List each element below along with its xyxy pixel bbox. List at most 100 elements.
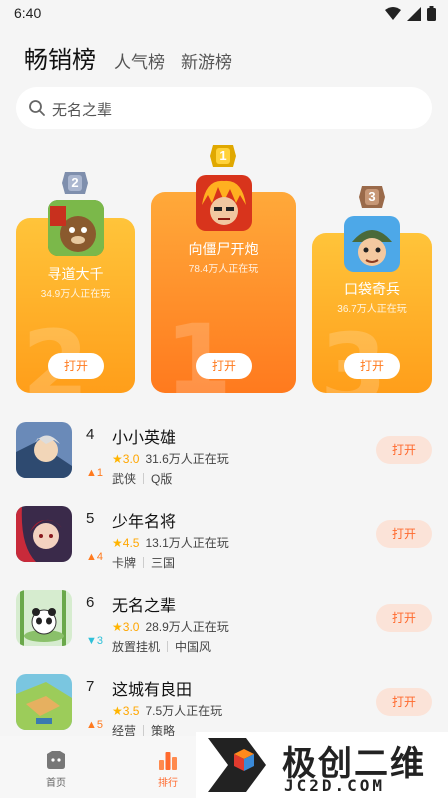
rank-number: 7 — [86, 678, 95, 695]
rank-number: 5 — [86, 510, 95, 527]
trend-up-icon: ▲ — [86, 719, 97, 731]
players-count: 36.7万人正在玩 — [337, 304, 407, 315]
tag: 卡牌 — [112, 556, 137, 570]
list-item[interactable]: 5 ▲4 少年名将 ★4.5 13.1万人正在玩 卡牌 三国 打开 — [0, 506, 448, 590]
players-count: 28.9万人正在玩 — [145, 620, 229, 634]
trend-indicator: ▲4 — [86, 551, 103, 563]
trend-indicator: ▼3 — [86, 635, 103, 647]
tag: 放置挂机 — [112, 640, 161, 654]
tag: Q版 — [151, 472, 173, 486]
players-count: 7.5万人正在玩 — [145, 704, 223, 718]
battery-icon — [427, 6, 436, 21]
players-count: 13.1万人正在玩 — [145, 536, 229, 550]
trend-value: 3 — [96, 635, 104, 647]
rating-score: 3.0 — [122, 452, 140, 466]
tag-row: 放置挂机 中国风 — [112, 638, 211, 655]
rank-number: 4 — [86, 426, 95, 443]
search-bar[interactable]: 无名之辈 — [16, 87, 432, 129]
star-icon: ★ — [112, 620, 123, 634]
tag: 中国风 — [175, 640, 212, 654]
watermark-url: JC2D.COM — [284, 776, 386, 795]
search-icon — [29, 100, 45, 116]
rank-badge-1: 1 — [210, 145, 236, 167]
rank-number: 1 — [219, 148, 227, 163]
rating-row: ★3.0 28.9万人正在玩 — [112, 618, 229, 635]
nav-ranking[interactable]: 排行 — [138, 750, 198, 789]
trend-value: 4 — [96, 551, 104, 563]
rank-number: 2 — [71, 175, 79, 190]
open-button[interactable]: 打开 — [196, 353, 252, 379]
nav-label: 排行 — [158, 778, 178, 789]
rank-watermark: 1 — [165, 304, 232, 393]
rating-row: ★3.5 7.5万人正在玩 — [112, 702, 222, 719]
trend-value: 1 — [96, 467, 104, 479]
rating-row: ★3.0 31.6万人正在玩 — [112, 450, 229, 467]
list-item[interactable]: 6 ▼3 无名之辈 ★3.0 28.9万人正在玩 放置挂机 中国风 打开 — [0, 590, 448, 674]
status-time: 6:40 — [14, 5, 42, 21]
tag-divider — [143, 557, 145, 568]
game-icon-nameless — [16, 590, 72, 646]
game-name: 寻道大千 — [47, 266, 104, 282]
wifi-icon — [385, 6, 401, 20]
trend-indicator: ▲5 — [86, 719, 103, 731]
open-button[interactable]: 打开 — [344, 353, 400, 379]
open-button[interactable]: 打开 — [376, 604, 432, 632]
tag-divider — [167, 641, 169, 652]
open-button[interactable]: 打开 — [376, 688, 432, 716]
rank-badge-3: 3 — [359, 186, 385, 208]
game-name: 这城有良田 — [112, 682, 193, 699]
game-name: 口袋奇兵 — [344, 281, 400, 297]
tab-popular[interactable]: 人气榜 — [114, 48, 165, 73]
rating-score: 4.5 — [122, 536, 140, 550]
game-name: 向僵尸开炮 — [188, 241, 259, 257]
tag: 三国 — [151, 556, 176, 570]
star-icon: ★ — [112, 452, 123, 466]
game-icon-xundao — [48, 200, 104, 256]
tag-row: 武侠 Q版 — [112, 470, 172, 487]
game-icon-pocket-troops — [344, 216, 400, 272]
trend-indicator: ▲1 — [86, 467, 103, 479]
rating-score: 3.0 — [122, 620, 140, 634]
tab-bestseller[interactable]: 畅销榜 — [24, 40, 96, 75]
players-count: 31.6万人正在玩 — [145, 452, 229, 466]
list-item[interactable]: 4 ▲1 小小英雄 ★3.0 31.6万人正在玩 武侠 Q版 打开 — [0, 422, 448, 506]
tag-divider — [143, 725, 145, 736]
game-icon-young-generals — [16, 506, 72, 562]
rating-row: ★4.5 13.1万人正在玩 — [112, 534, 229, 551]
trend-down-icon: ▼ — [86, 635, 97, 647]
rating-score: 3.5 — [122, 704, 140, 718]
home-icon — [47, 751, 65, 769]
tag: 武侠 — [112, 472, 137, 486]
star-icon: ★ — [112, 536, 123, 550]
open-button[interactable]: 打开 — [376, 436, 432, 464]
status-icons — [385, 6, 436, 21]
game-icon-little-hero — [16, 422, 72, 478]
game-name: 无名之辈 — [112, 598, 177, 615]
trend-value: 5 — [96, 719, 104, 731]
game-name: 少年名将 — [112, 514, 177, 531]
rank-watermark: 2 — [22, 310, 89, 393]
rank-badge-2: 2 — [62, 172, 88, 194]
signal-icon — [407, 6, 421, 21]
ranking-icon — [159, 752, 177, 770]
open-button[interactable]: 打开 — [48, 353, 104, 379]
players-count: 78.4万人正在玩 — [188, 264, 259, 275]
nav-home[interactable]: 首页 — [26, 750, 86, 789]
rank-number: 6 — [86, 594, 95, 611]
status-bar: 6:40 — [0, 0, 448, 28]
watermark-logo: 极创二维 JC2D.COM — [196, 732, 448, 798]
players-count: 34.9万人正在玩 — [40, 289, 111, 300]
ranking-tabs: 畅销榜 人气榜 新游榜 — [24, 40, 248, 75]
search-input[interactable]: 无名之辈 — [52, 99, 112, 120]
tab-new-games[interactable]: 新游榜 — [181, 48, 232, 73]
trend-up-icon: ▲ — [86, 551, 97, 563]
tag-row: 卡牌 三国 — [112, 554, 175, 571]
game-name: 小小英雄 — [112, 430, 177, 447]
game-icon-zombie-cannon — [196, 175, 252, 231]
nav-label: 首页 — [46, 778, 66, 789]
game-icon-good-farmland — [16, 674, 72, 730]
open-button[interactable]: 打开 — [376, 520, 432, 548]
rank-number: 3 — [368, 189, 376, 204]
trend-up-icon: ▲ — [86, 467, 97, 479]
star-icon: ★ — [112, 704, 123, 718]
